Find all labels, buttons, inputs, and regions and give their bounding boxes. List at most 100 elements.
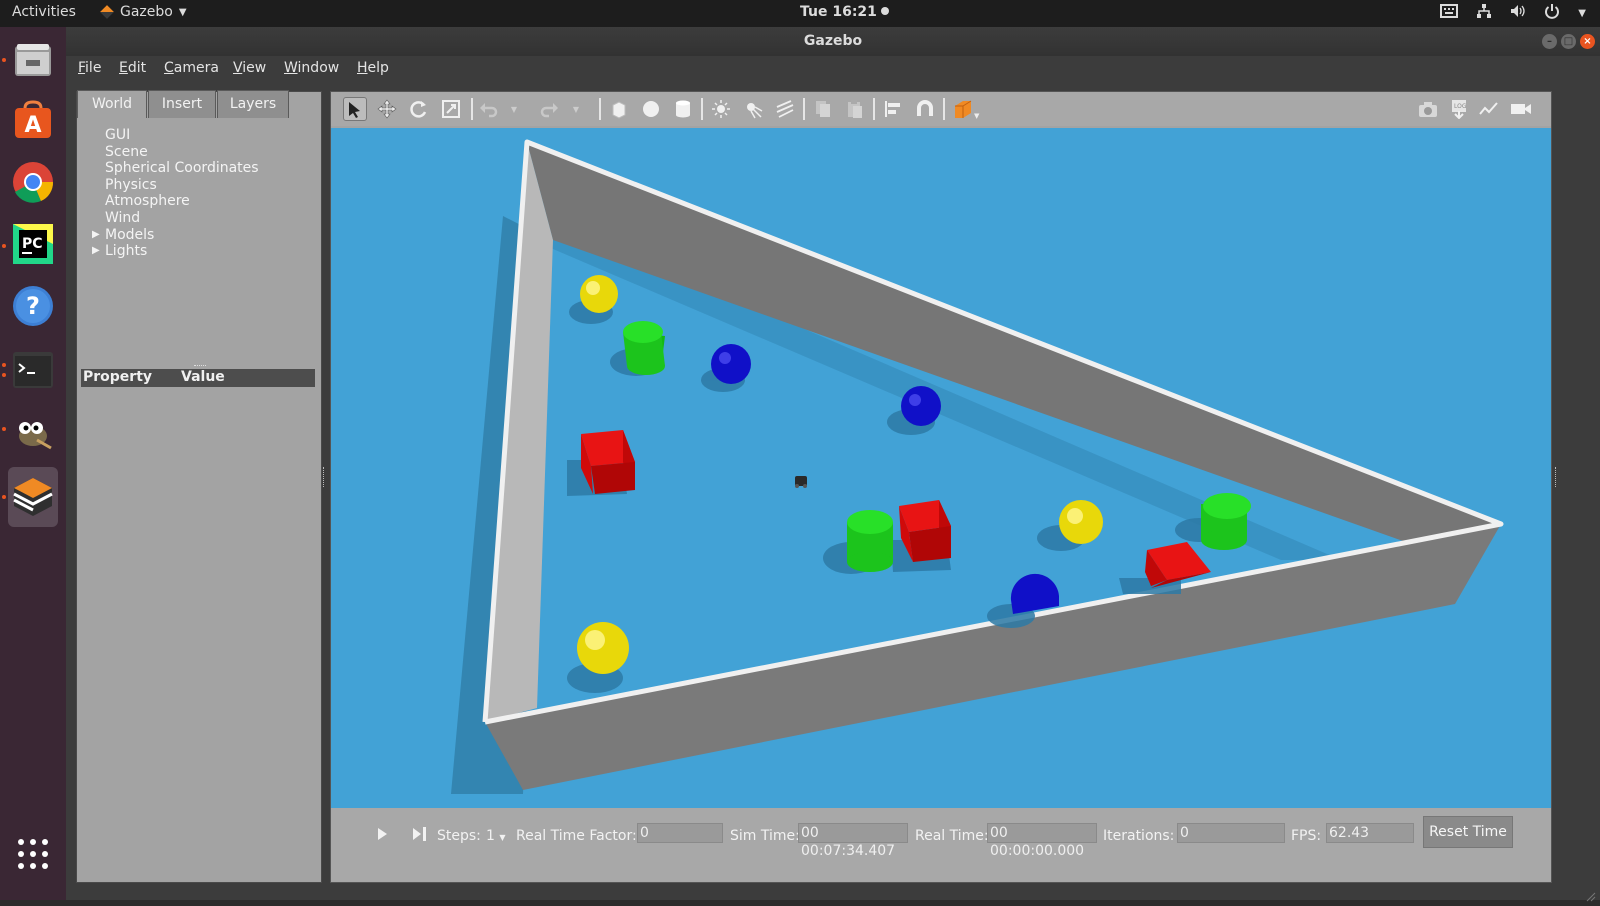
tree-item-scene[interactable]: Scene [105, 144, 259, 161]
fps-label: FPS: [1291, 828, 1322, 844]
activities-button[interactable]: Activities [12, 4, 76, 20]
maximize-icon[interactable]: □ [1561, 34, 1576, 49]
yellow-sphere[interactable] [580, 275, 618, 313]
expand-arrow-icon[interactable]: ▶ [92, 227, 100, 244]
simulation-control-bar: Steps: 1 ▼ Real Time Factor: 0 Sim Time:… [331, 808, 1551, 882]
menu-camera[interactable]: Camera [164, 60, 219, 76]
undo-icon[interactable] [477, 97, 501, 121]
close-icon[interactable]: × [1580, 34, 1595, 49]
real-time-factor-label: Real Time Factor: [516, 828, 637, 844]
window-titlebar[interactable]: Gazebo – □ × [66, 27, 1600, 56]
undo-history-dropdown-icon[interactable]: ▼ [507, 97, 521, 121]
menu-edit[interactable]: Edit [119, 60, 146, 76]
tree-item-physics[interactable]: Physics [105, 177, 259, 194]
panel-splitter-right[interactable] [1555, 467, 1559, 487]
real-time-factor-field: 0 [637, 823, 723, 843]
box-shape-icon[interactable] [607, 97, 631, 121]
tree-item-spherical-coordinates[interactable]: Spherical Coordinates [105, 160, 259, 177]
tab-insert[interactable]: Insert [148, 90, 216, 118]
toolbar-separator [701, 98, 703, 120]
screenshot-camera-icon[interactable] [1416, 97, 1440, 121]
redo-icon[interactable] [537, 97, 561, 121]
copy-icon[interactable] [811, 97, 835, 121]
step-icon[interactable] [411, 826, 429, 846]
iterations-field: 0 [1177, 823, 1285, 843]
select-mode-icon[interactable] [343, 97, 367, 121]
terminal-icon[interactable] [8, 345, 58, 395]
tree-item-models[interactable]: ▶ Models [92, 227, 259, 244]
clock[interactable]: Tue 16:21 [800, 4, 889, 20]
log-icon[interactable]: LOG [1447, 97, 1471, 121]
window-title: Gazebo [803, 33, 863, 49]
gazebo-icon[interactable] [8, 467, 58, 527]
tree-item-gui[interactable]: GUI [105, 127, 259, 144]
property-table-header: Property Value [81, 369, 315, 387]
app-menu-button[interactable]: Gazebo ▼ [100, 4, 187, 20]
3d-viewport[interactable] [331, 128, 1551, 808]
power-icon[interactable] [1544, 3, 1560, 24]
green-cylinder[interactable] [1201, 493, 1251, 550]
app-grid-icon[interactable] [8, 829, 58, 879]
point-light-icon[interactable] [709, 97, 733, 121]
real-time-field: 00 00:00:00.000 [987, 823, 1097, 859]
cylinder-shape-icon[interactable] [671, 97, 695, 121]
tab-layers[interactable]: Layers [217, 90, 289, 118]
tree-item-lights[interactable]: ▶ Lights [92, 243, 259, 260]
tree-item-atmosphere[interactable]: Atmosphere [105, 193, 259, 210]
scale-mode-icon[interactable] [439, 97, 463, 121]
chevron-down-icon: ▼ [178, 6, 187, 18]
menu-window[interactable]: Window [284, 60, 339, 76]
help-icon[interactable]: ? [8, 281, 58, 331]
menu-file[interactable]: File [78, 60, 101, 76]
tree-item-wind[interactable]: Wind [105, 210, 259, 227]
tab-world[interactable]: World [77, 90, 147, 118]
redo-history-dropdown-icon[interactable]: ▼ [569, 97, 583, 121]
green-cylinder[interactable] [847, 510, 893, 572]
files-icon[interactable] [8, 35, 58, 85]
snap-magnet-icon[interactable] [913, 97, 937, 121]
software-icon[interactable]: A [8, 95, 58, 145]
translate-mode-icon[interactable] [375, 97, 399, 121]
network-icon[interactable] [1476, 3, 1492, 24]
pycharm-icon[interactable]: PC [8, 219, 58, 269]
toolbar-separator [471, 98, 473, 120]
volume-icon[interactable] [1510, 3, 1526, 24]
property-column-header: Property [83, 369, 153, 385]
dock: A PC ? [0, 27, 66, 900]
plot-icon[interactable] [1477, 97, 1501, 121]
svg-text:?: ? [26, 292, 40, 320]
keyboard-icon[interactable] [1440, 3, 1459, 24]
splitter-handle[interactable] [194, 365, 206, 367]
chevron-down-icon[interactable]: ▼ [1578, 4, 1586, 24]
running-indicator [2, 244, 6, 248]
gimp-icon[interactable] [8, 407, 58, 457]
yellow-sphere[interactable] [1059, 500, 1103, 544]
blue-sphere[interactable] [901, 386, 941, 426]
video-record-icon[interactable] [1509, 97, 1533, 121]
blue-sphere[interactable] [711, 344, 751, 384]
play-icon[interactable] [375, 826, 389, 846]
menu-help[interactable]: Help [357, 60, 389, 76]
notification-dot-icon [880, 7, 889, 15]
green-cylinder[interactable] [623, 321, 665, 375]
rotate-mode-icon[interactable] [407, 97, 431, 121]
sim-time-label: Sim Time: [730, 828, 800, 844]
view-angle-icon[interactable]: ▼ [951, 97, 983, 121]
directional-light-icon[interactable] [773, 97, 797, 121]
steps-dropdown[interactable]: 1 ▼ [486, 828, 506, 844]
minimize-icon[interactable]: – [1542, 34, 1557, 49]
running-indicator [2, 427, 6, 431]
panel-splitter[interactable] [323, 467, 327, 487]
chrome-icon[interactable] [8, 157, 58, 207]
expand-arrow-icon[interactable]: ▶ [92, 243, 100, 260]
sphere-shape-icon[interactable] [639, 97, 663, 121]
yellow-sphere[interactable] [577, 622, 629, 674]
reset-time-button[interactable]: Reset Time [1423, 816, 1513, 848]
spot-light-icon[interactable] [741, 97, 765, 121]
resize-grip-icon[interactable] [1586, 887, 1596, 906]
menu-view[interactable]: View [233, 60, 266, 76]
paste-icon[interactable] [843, 97, 867, 121]
svg-text:LOG: LOG [1454, 103, 1467, 110]
align-icon[interactable] [881, 97, 905, 121]
render-frame: ▼ ▼ ▼ LOG Steps: 1 ▼ Real Time Factor: 0… [330, 91, 1552, 883]
